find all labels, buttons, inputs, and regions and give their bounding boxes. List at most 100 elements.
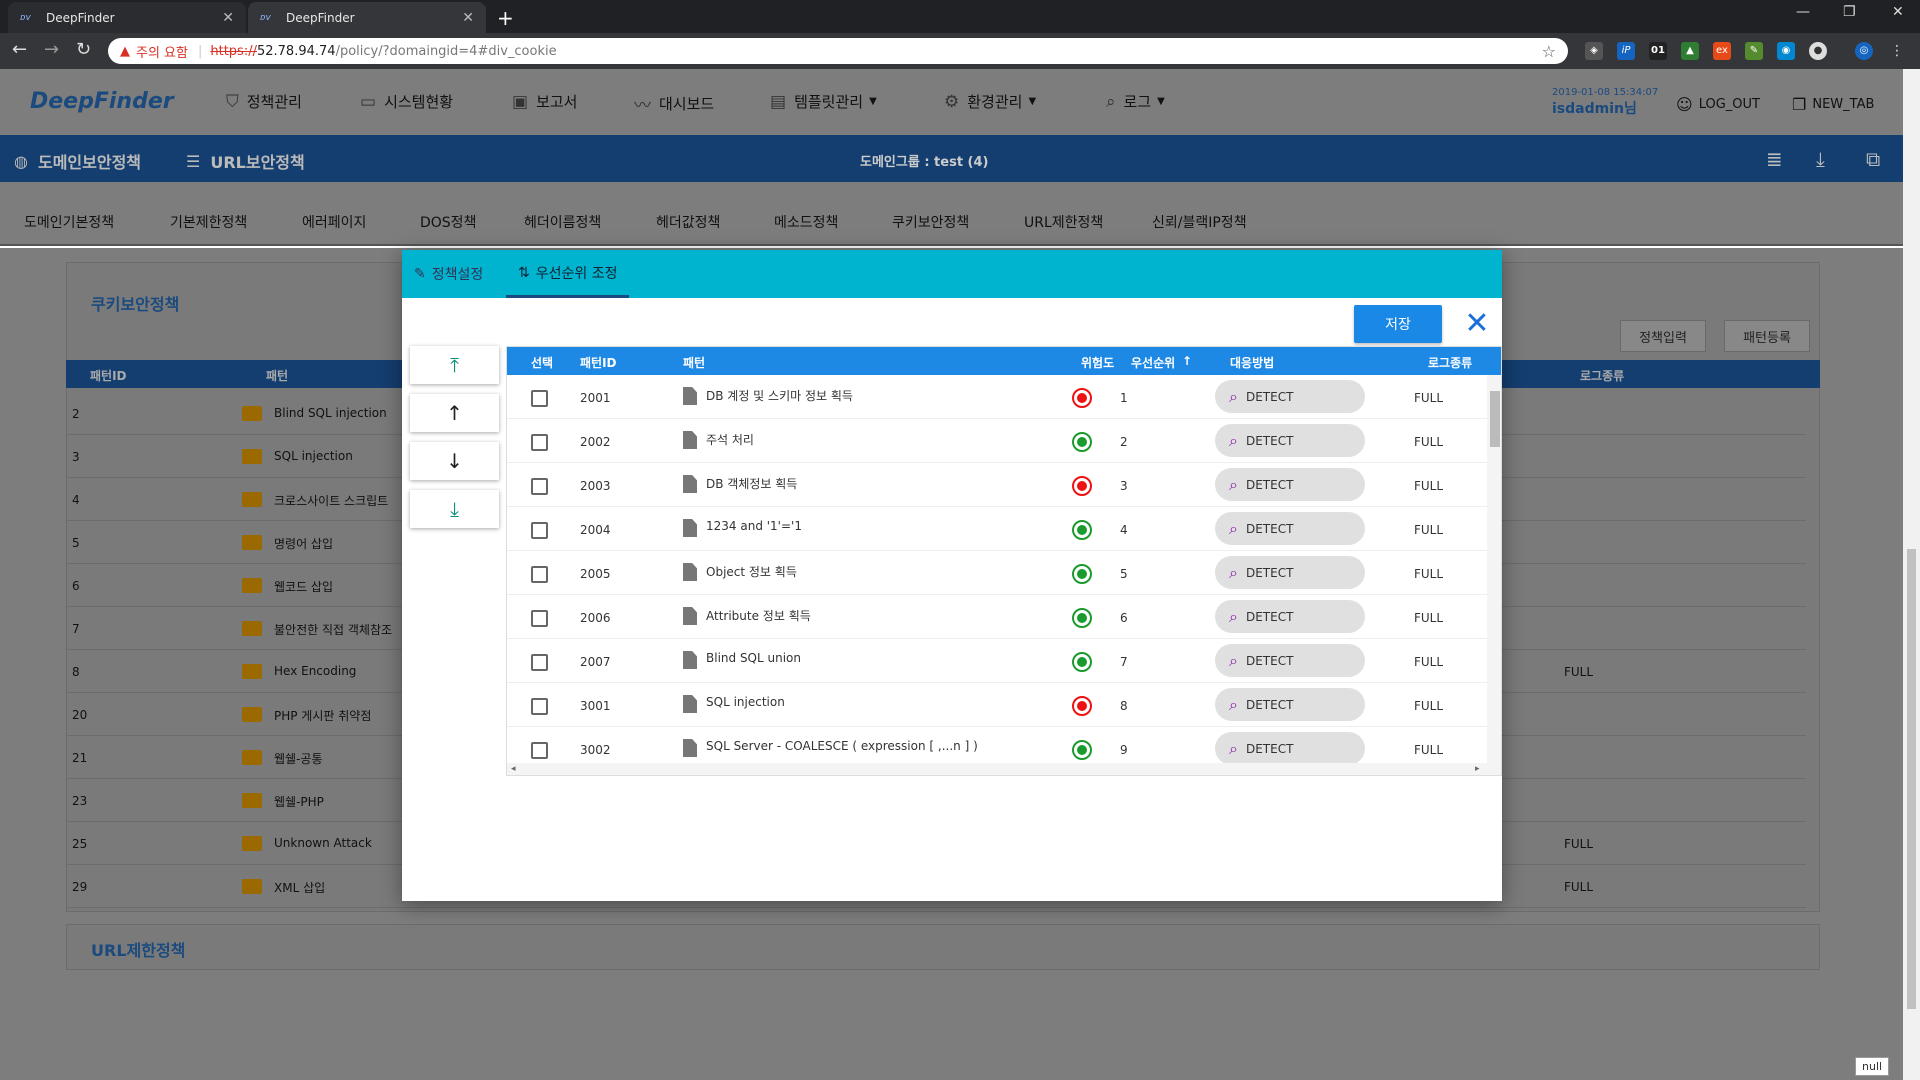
row-checkbox[interactable] bbox=[531, 434, 548, 451]
detect-button[interactable]: ⌕ DETECT bbox=[1215, 688, 1365, 721]
tab-priority-adjust[interactable]: ⇅ 우선순위 조정 bbox=[506, 250, 630, 298]
table-row[interactable]: 2002 주석 처리 2 ⌕ DETECT FULL bbox=[507, 419, 1487, 463]
move-down-button[interactable]: ↓ bbox=[410, 442, 499, 480]
close-icon[interactable]: ✕ bbox=[1462, 309, 1492, 339]
new-tab-icon[interactable]: + bbox=[497, 6, 514, 30]
row-checkbox[interactable] bbox=[531, 566, 548, 583]
column-priority[interactable]: 우선순위 bbox=[1131, 354, 1175, 371]
back-icon[interactable]: ← bbox=[12, 39, 27, 60]
column-action[interactable]: 대응방법 bbox=[1230, 354, 1274, 371]
table-row[interactable]: 2005 Object 정보 획득 5 ⌕ DETECT FULL bbox=[507, 551, 1487, 595]
browser-menu-icon[interactable]: ⋮ bbox=[1888, 42, 1906, 60]
row-checkbox[interactable] bbox=[531, 522, 548, 539]
nav-template[interactable]: ▤ 템플릿관리 ▼ bbox=[770, 91, 877, 112]
pin-extension-icon[interactable]: ✎ bbox=[1745, 42, 1763, 60]
warning-icon[interactable]: ▲ bbox=[120, 44, 130, 59]
scrollbar-thumb[interactable] bbox=[1907, 549, 1916, 1009]
tab-dos[interactable]: DOS정책 bbox=[420, 212, 476, 232]
url-bar[interactable]: ▲ 주의 요함 | https:// 52.78.94.74 /policy/?… bbox=[108, 38, 1568, 64]
deepfinder-logo[interactable]: DeepFinder bbox=[30, 89, 174, 114]
bookmark-star-icon[interactable]: ☆ bbox=[1542, 42, 1556, 61]
background-table-scrollbar[interactable] bbox=[1806, 392, 1820, 886]
tab-header-value[interactable]: 헤더값정책 bbox=[656, 212, 720, 232]
tab-basic-restrict[interactable]: 기본제한정책 bbox=[170, 212, 247, 232]
move-to-top-button[interactable]: ⤒ bbox=[410, 346, 499, 384]
close-tab-icon[interactable]: ✕ bbox=[222, 10, 234, 26]
table-row[interactable]: 2006 Attribute 정보 획득 6 ⌕ DETECT FULL bbox=[507, 595, 1487, 639]
nav-dashboard[interactable]: 〰 대시보드 bbox=[634, 91, 714, 116]
mountain-extension-icon[interactable]: ▲ bbox=[1681, 42, 1699, 60]
tab-policy-settings[interactable]: ✎ 정책설정 bbox=[414, 250, 483, 298]
tab-url-restrict[interactable]: URL제한정책 bbox=[1024, 212, 1103, 232]
restore-icon[interactable]: ❐ bbox=[1843, 4, 1856, 20]
security-warning[interactable]: 주의 요함 bbox=[136, 42, 188, 61]
detect-button[interactable]: ⌕ DETECT bbox=[1215, 644, 1365, 677]
column-risk[interactable]: 위험도 bbox=[1081, 354, 1114, 371]
move-up-button[interactable]: ↑ bbox=[410, 394, 499, 432]
nav-system-status[interactable]: ▭ 시스템현황 bbox=[360, 91, 453, 112]
tab-header-name[interactable]: 헤더이름정책 bbox=[524, 212, 601, 232]
row-checkbox[interactable] bbox=[531, 610, 548, 627]
page-scrollbar[interactable] bbox=[1903, 69, 1920, 1080]
move-to-bottom-button[interactable]: ⤓ bbox=[410, 490, 499, 528]
shield-extension-icon[interactable]: ◈ bbox=[1585, 42, 1603, 60]
detect-button[interactable]: ⌕ DETECT bbox=[1215, 424, 1365, 457]
detect-button[interactable]: ⌕ DETECT bbox=[1215, 600, 1365, 633]
copy-icon[interactable]: ⧉ bbox=[1866, 147, 1880, 171]
column-pattern[interactable]: 패턴 bbox=[683, 354, 705, 371]
grid-vertical-scrollbar[interactable] bbox=[1487, 375, 1501, 764]
scrollbar-thumb[interactable] bbox=[1490, 391, 1500, 447]
counter-extension-icon[interactable]: 01 bbox=[1649, 42, 1667, 60]
tab-error-page[interactable]: 에러페이지 bbox=[302, 212, 366, 232]
logout-button[interactable]: ☺ LOG_OUT bbox=[1676, 95, 1760, 114]
table-row[interactable]: 2007 Blind SQL union 7 ⌕ DETECT FULL bbox=[507, 639, 1487, 683]
sort-asc-icon[interactable]: ↑ bbox=[1182, 354, 1192, 368]
list-view-icon[interactable]: ≣ bbox=[1766, 147, 1783, 171]
browser-tab-active[interactable]: ᴅv DeepFinder ✕ bbox=[248, 2, 486, 33]
detect-button[interactable]: ⌕ DETECT bbox=[1215, 732, 1365, 765]
nav-environment[interactable]: ⚙ 환경관리 ▼ bbox=[944, 91, 1036, 112]
row-checkbox[interactable] bbox=[531, 742, 548, 759]
pattern-register-button[interactable]: 패턴등록 bbox=[1724, 320, 1810, 352]
tab-domain-basic[interactable]: 도메인기본정책 bbox=[24, 212, 114, 232]
detect-button[interactable]: ⌕ DETECT bbox=[1215, 556, 1365, 589]
orange-extension-icon[interactable]: ex bbox=[1713, 42, 1731, 60]
url-policy-link[interactable]: ☰ URL보안정책 bbox=[186, 149, 305, 173]
scroll-left-icon[interactable]: ◂ bbox=[511, 764, 516, 774]
new-tab-button[interactable]: ❐ NEW_TAB bbox=[1792, 95, 1874, 114]
policy-input-button[interactable]: 정책입력 bbox=[1620, 320, 1706, 352]
scroll-right-icon[interactable]: ▸ bbox=[1475, 764, 1480, 774]
tab-cookie[interactable]: 쿠키보안정책 bbox=[892, 212, 969, 232]
column-pattern-id[interactable]: 패턴ID bbox=[580, 354, 617, 371]
save-button[interactable]: 저장 bbox=[1354, 305, 1442, 343]
nav-log[interactable]: ⌕ 로그 ▼ bbox=[1106, 91, 1165, 112]
table-row[interactable]: 2001 DB 계정 및 스키마 정보 획득 1 ⌕ DETECT FULL bbox=[507, 375, 1487, 419]
tab-trust-black-ip[interactable]: 신뢰/블랙IP정책 bbox=[1152, 212, 1247, 232]
grid-horizontal-scrollbar[interactable]: ◂ ▸ bbox=[507, 763, 1501, 775]
detect-button[interactable]: ⌕ DETECT bbox=[1215, 468, 1365, 501]
nav-policy[interactable]: ⛉ 정책관리 bbox=[226, 91, 302, 112]
row-checkbox[interactable] bbox=[531, 390, 548, 407]
circle-extension-icon[interactable]: ● bbox=[1809, 42, 1827, 60]
minimize-icon[interactable]: — bbox=[1796, 4, 1810, 20]
forward-icon[interactable]: → bbox=[44, 39, 59, 60]
row-checkbox[interactable] bbox=[531, 654, 548, 671]
globe-extension-icon[interactable]: ◉ bbox=[1777, 42, 1795, 60]
reload-icon[interactable]: ↻ bbox=[76, 39, 91, 60]
row-checkbox[interactable] bbox=[531, 698, 548, 715]
profile-avatar[interactable]: ◎ bbox=[1855, 42, 1873, 60]
close-tab-icon[interactable]: ✕ bbox=[462, 10, 474, 26]
close-window-icon[interactable]: ✕ bbox=[1892, 4, 1904, 20]
detect-button[interactable]: ⌕ DETECT bbox=[1215, 512, 1365, 545]
detect-button[interactable]: ⌕ DETECT bbox=[1215, 380, 1365, 413]
column-log[interactable]: 로그종류 bbox=[1428, 354, 1472, 371]
download-icon[interactable]: ⤓ bbox=[1816, 147, 1825, 171]
table-row[interactable]: 2004 1234 and '1'='1 4 ⌕ DETECT FULL bbox=[507, 507, 1487, 551]
browser-tab[interactable]: ᴅv DeepFinder ✕ bbox=[8, 2, 246, 33]
tab-method[interactable]: 메소드정책 bbox=[774, 212, 838, 232]
row-checkbox[interactable] bbox=[531, 478, 548, 495]
table-row[interactable]: 2003 DB 객체정보 획득 3 ⌕ DETECT FULL bbox=[507, 463, 1487, 507]
ip-extension-icon[interactable]: iP bbox=[1617, 42, 1635, 60]
table-row[interactable]: 3001 SQL injection 8 ⌕ DETECT FULL bbox=[507, 683, 1487, 727]
nav-report[interactable]: ▣ 보고서 bbox=[512, 91, 577, 112]
